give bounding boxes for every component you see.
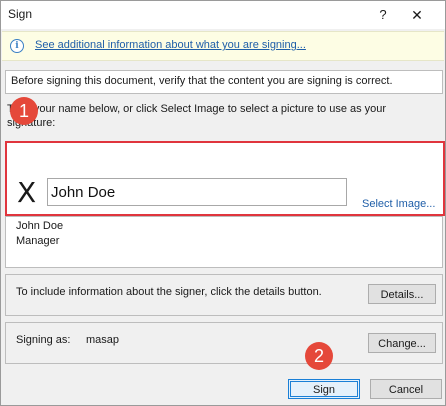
- details-description: To include information about the signer,…: [16, 286, 322, 298]
- signature-name-input[interactable]: [47, 178, 347, 206]
- signature-instruction: Type your name below, or click Select Im…: [7, 103, 387, 129]
- verify-message: Before signing this document, verify tha…: [11, 75, 393, 87]
- signer-name: John Doe: [16, 220, 64, 232]
- additional-info-link[interactable]: See additional information about what yo…: [35, 39, 306, 51]
- step-badge-1: 1: [10, 97, 38, 125]
- signature-area: X Select Image...: [5, 141, 445, 216]
- sign-button-label: Sign: [312, 384, 336, 396]
- details-button[interactable]: Details...: [368, 284, 436, 304]
- signing-as-label: Signing as:: [16, 334, 71, 346]
- change-button[interactable]: Change...: [368, 333, 436, 353]
- close-button[interactable]: ✕: [405, 5, 429, 25]
- signing-as-user: masap: [86, 334, 120, 346]
- cancel-button[interactable]: Cancel: [370, 379, 442, 399]
- signature-x-mark: X: [17, 176, 37, 209]
- info-bar: i See additional information about what …: [2, 31, 444, 61]
- signer-info-box: John Doe Manager: [5, 216, 443, 268]
- signer-title: Manager: [16, 235, 60, 247]
- info-icon: i: [10, 39, 24, 53]
- select-image-link[interactable]: Select Image...: [362, 198, 435, 210]
- signing-as-group: Signing as: masap Change...: [5, 322, 443, 364]
- title-bar: Sign ? ✕: [1, 1, 445, 29]
- sign-dialog: Sign ? ✕ i See additional information ab…: [0, 0, 446, 406]
- window-title: Sign: [8, 7, 33, 21]
- step-badge-2: 2: [305, 342, 333, 370]
- help-button[interactable]: ?: [373, 5, 393, 25]
- sign-button[interactable]: Sign: [288, 379, 360, 399]
- verify-message-box: Before signing this document, verify tha…: [5, 70, 443, 94]
- details-group: To include information about the signer,…: [5, 274, 443, 316]
